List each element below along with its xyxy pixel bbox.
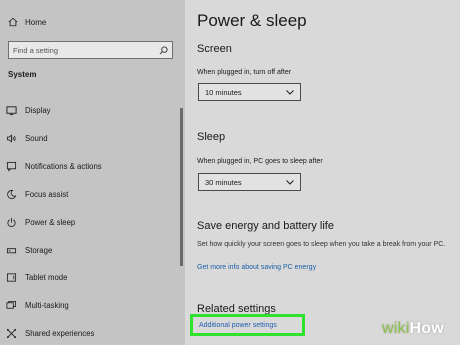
multitasking-icon (6, 300, 17, 309)
home-icon (8, 17, 18, 27)
energy-heading: Save energy and battery life (197, 220, 334, 232)
sidebar-item-label: Display (25, 105, 51, 115)
sleep-timeout-label: When plugged in, PC goes to sleep after (197, 158, 323, 165)
tablet-icon (6, 272, 17, 282)
additional-power-settings-link[interactable]: Additional power settings (199, 322, 277, 329)
sidebar-item-shared-experiences[interactable]: Shared experiences (6, 326, 94, 340)
sidebar-item-label: Sound (25, 133, 48, 143)
sidebar-item-power-sleep[interactable]: Power & sleep (6, 215, 75, 229)
monitor-icon (6, 105, 17, 115)
wikihow-watermark: wikiHow (382, 320, 444, 338)
sleep-heading: Sleep (197, 131, 226, 143)
screen-timeout-label: When plugged in, turn off after (197, 69, 292, 76)
moon-icon (7, 189, 17, 199)
search-input[interactable] (13, 45, 159, 55)
sidebar-item-storage[interactable]: Storage (6, 243, 52, 257)
sidebar-item-label: Tablet mode (25, 272, 68, 282)
sidebar-item-focus-assist[interactable]: Focus assist (6, 187, 68, 201)
sidebar-scrollbar[interactable] (180, 108, 183, 266)
sidebar-item-multi-tasking[interactable]: Multi-tasking (6, 298, 69, 312)
home-nav-item[interactable]: Home (8, 15, 46, 29)
watermark-wiki: wiki (382, 320, 410, 337)
sidebar-item-notifications[interactable]: Notifications & actions (6, 159, 102, 173)
shared-icon (6, 328, 17, 338)
sleep-timeout-dropdown[interactable]: 30 minutes (198, 173, 301, 191)
notification-icon (6, 161, 17, 172)
chevron-down-icon (286, 179, 294, 185)
sidebar-item-label: Notifications & actions (25, 161, 102, 171)
section-label-system: System (8, 70, 37, 79)
sidebar-item-label: Multi-tasking (25, 300, 69, 310)
screen-timeout-dropdown[interactable]: 10 minutes (198, 83, 301, 101)
main-content: Power & sleep Screen When plugged in, tu… (185, 0, 460, 345)
sidebar-item-display[interactable]: Display (6, 103, 51, 117)
screen-heading: Screen (197, 43, 232, 55)
energy-info-link[interactable]: Get more info about saving PC energy (197, 264, 316, 271)
power-icon (7, 217, 16, 227)
chevron-down-icon (286, 89, 294, 95)
search-box[interactable] (8, 41, 173, 59)
sidebar-item-sound[interactable]: Sound (6, 131, 48, 145)
page-title: Power & sleep (197, 11, 307, 30)
home-label: Home (25, 17, 47, 27)
sidebar-item-label: Shared experiences (25, 328, 95, 338)
sidebar-item-label: Focus assist (25, 189, 69, 199)
watermark-how: How (409, 320, 444, 337)
sleep-timeout-value: 30 minutes (205, 177, 242, 187)
sidebar-item-label: Power & sleep (25, 217, 76, 227)
sidebar-item-label: Storage (25, 245, 53, 255)
search-icon[interactable] (159, 45, 168, 55)
screen-timeout-value: 10 minutes (205, 87, 242, 97)
energy-description: Set how quickly your screen goes to slee… (197, 241, 446, 248)
sidebar: Home System Display Sound Notifications … (0, 0, 185, 345)
storage-icon (6, 247, 17, 253)
speaker-icon (6, 133, 16, 143)
sidebar-item-tablet-mode[interactable]: Tablet mode (6, 270, 67, 284)
